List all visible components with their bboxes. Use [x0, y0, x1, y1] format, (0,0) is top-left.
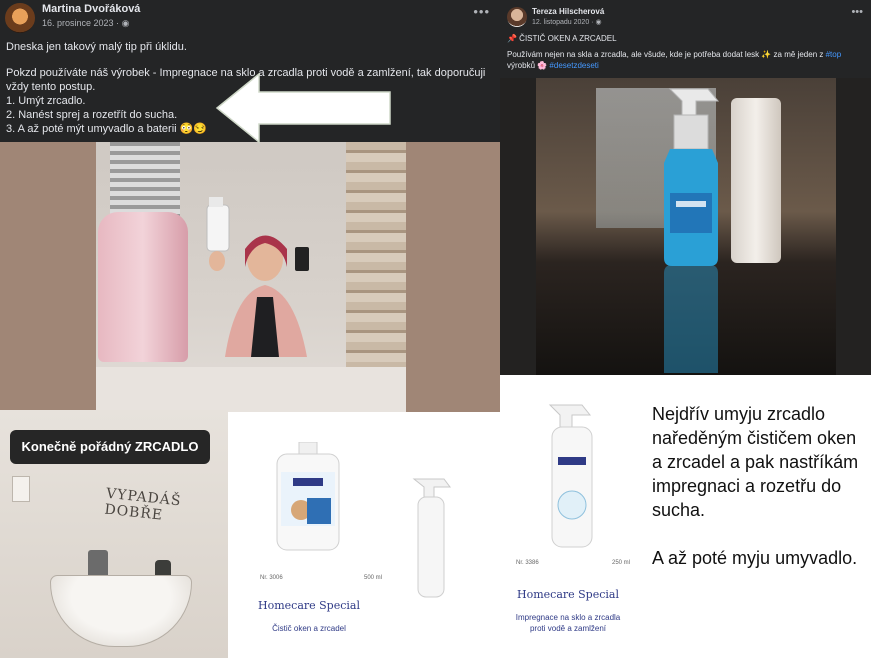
product-brand: Homecare Special — [258, 599, 360, 612]
post-text-part: výrobků 🌸 — [507, 61, 550, 70]
wall-text: VYPADÁŠ DOBŘE — [103, 485, 183, 524]
product-volume: 250 ml — [612, 560, 631, 566]
impregnation-bottle-image — [548, 404, 593, 548]
product-number: Nr. 3386 — [516, 560, 539, 566]
post-date-text[interactable]: 16. prosince 2023 · — [42, 18, 119, 28]
person-with-spray — [206, 197, 309, 357]
avatar[interactable] — [5, 3, 35, 33]
product-card-impregnation[interactable]: Nr. 3386 250 ml Homecare Special Impregn… — [500, 375, 636, 658]
post-line: Dneska jen takový malý tip při úklidu. — [6, 41, 187, 53]
product-number: Nr. 3006 — [260, 575, 283, 581]
spray-bottle-image — [412, 478, 451, 598]
right-post: Tereza Hilscherová 12. listopadu 2020 · … — [500, 0, 871, 78]
post-text: Používám nejen na skla a zrcadla, ale vš… — [507, 49, 867, 71]
post-photo-mirror-selfie[interactable] — [0, 142, 500, 412]
post-photo-spray-bottle[interactable] — [500, 78, 871, 375]
sink-wall — [96, 367, 406, 412]
wall-switch — [12, 476, 30, 502]
product-card-spray-bottle[interactable] — [404, 467, 460, 607]
post-author[interactable]: Tereza Hilscherová — [532, 7, 604, 16]
post-date[interactable]: 16. prosince 2023 · ◉ — [42, 18, 129, 29]
product-card-window-cleaner[interactable]: Nr. 3006 500 ml Homecare Special Čistič … — [228, 437, 390, 658]
post-text-part: Používám nejen na skla a zrcadla, ale vš… — [507, 50, 826, 59]
note-text: Nejdřív umyju zrcadlo naředěným čističem… — [652, 402, 867, 570]
product-description: Čistič oken a zrcadel — [272, 624, 346, 633]
hashtag-link[interactable]: #desetzdeseti — [549, 61, 598, 70]
arrow-left-icon — [215, 72, 391, 144]
inset-banner: Konečně pořádný ZRCADLO — [10, 430, 210, 464]
post-date-text[interactable]: 12. listopadu 2020 · — [532, 19, 594, 26]
inset-photo-sink[interactable]: Konečně pořádný ZRCADLO VYPADÁŠ DOBŘE — [0, 410, 228, 658]
product-brand: Homecare Special — [517, 588, 619, 601]
post-title: 📌 ČISTIČ OKEN A ZRCADEL — [507, 34, 617, 43]
bottle-reflection — [664, 265, 718, 373]
avatar[interactable] — [507, 7, 527, 27]
more-options-icon[interactable]: ••• — [851, 6, 863, 18]
more-options-icon[interactable]: ••• — [473, 4, 490, 19]
globe-icon: ◉ — [595, 19, 602, 26]
blue-spray-bottle — [664, 88, 720, 266]
note-paragraph: Nejdřív umyju zrcadlo naředěným čističem… — [652, 404, 859, 520]
post-author[interactable]: Martina Dvořáková — [42, 3, 140, 15]
product-volume: 500 ml — [364, 575, 383, 581]
note-paragraph: A až poté myju umyvadlo. — [652, 548, 858, 568]
post-date[interactable]: 12. listopadu 2020 · ◉ — [532, 18, 602, 26]
product-description: Impregnace na sklo a zrcadla proti vodě … — [515, 613, 621, 633]
canister-image — [276, 442, 340, 551]
kitchen-scene — [536, 78, 836, 375]
washbasin — [50, 575, 192, 647]
pink-towel — [98, 212, 188, 362]
globe-icon: ◉ — [121, 18, 130, 28]
paper-towel-roll — [731, 98, 781, 263]
hashtag-link[interactable]: #top — [826, 50, 842, 59]
